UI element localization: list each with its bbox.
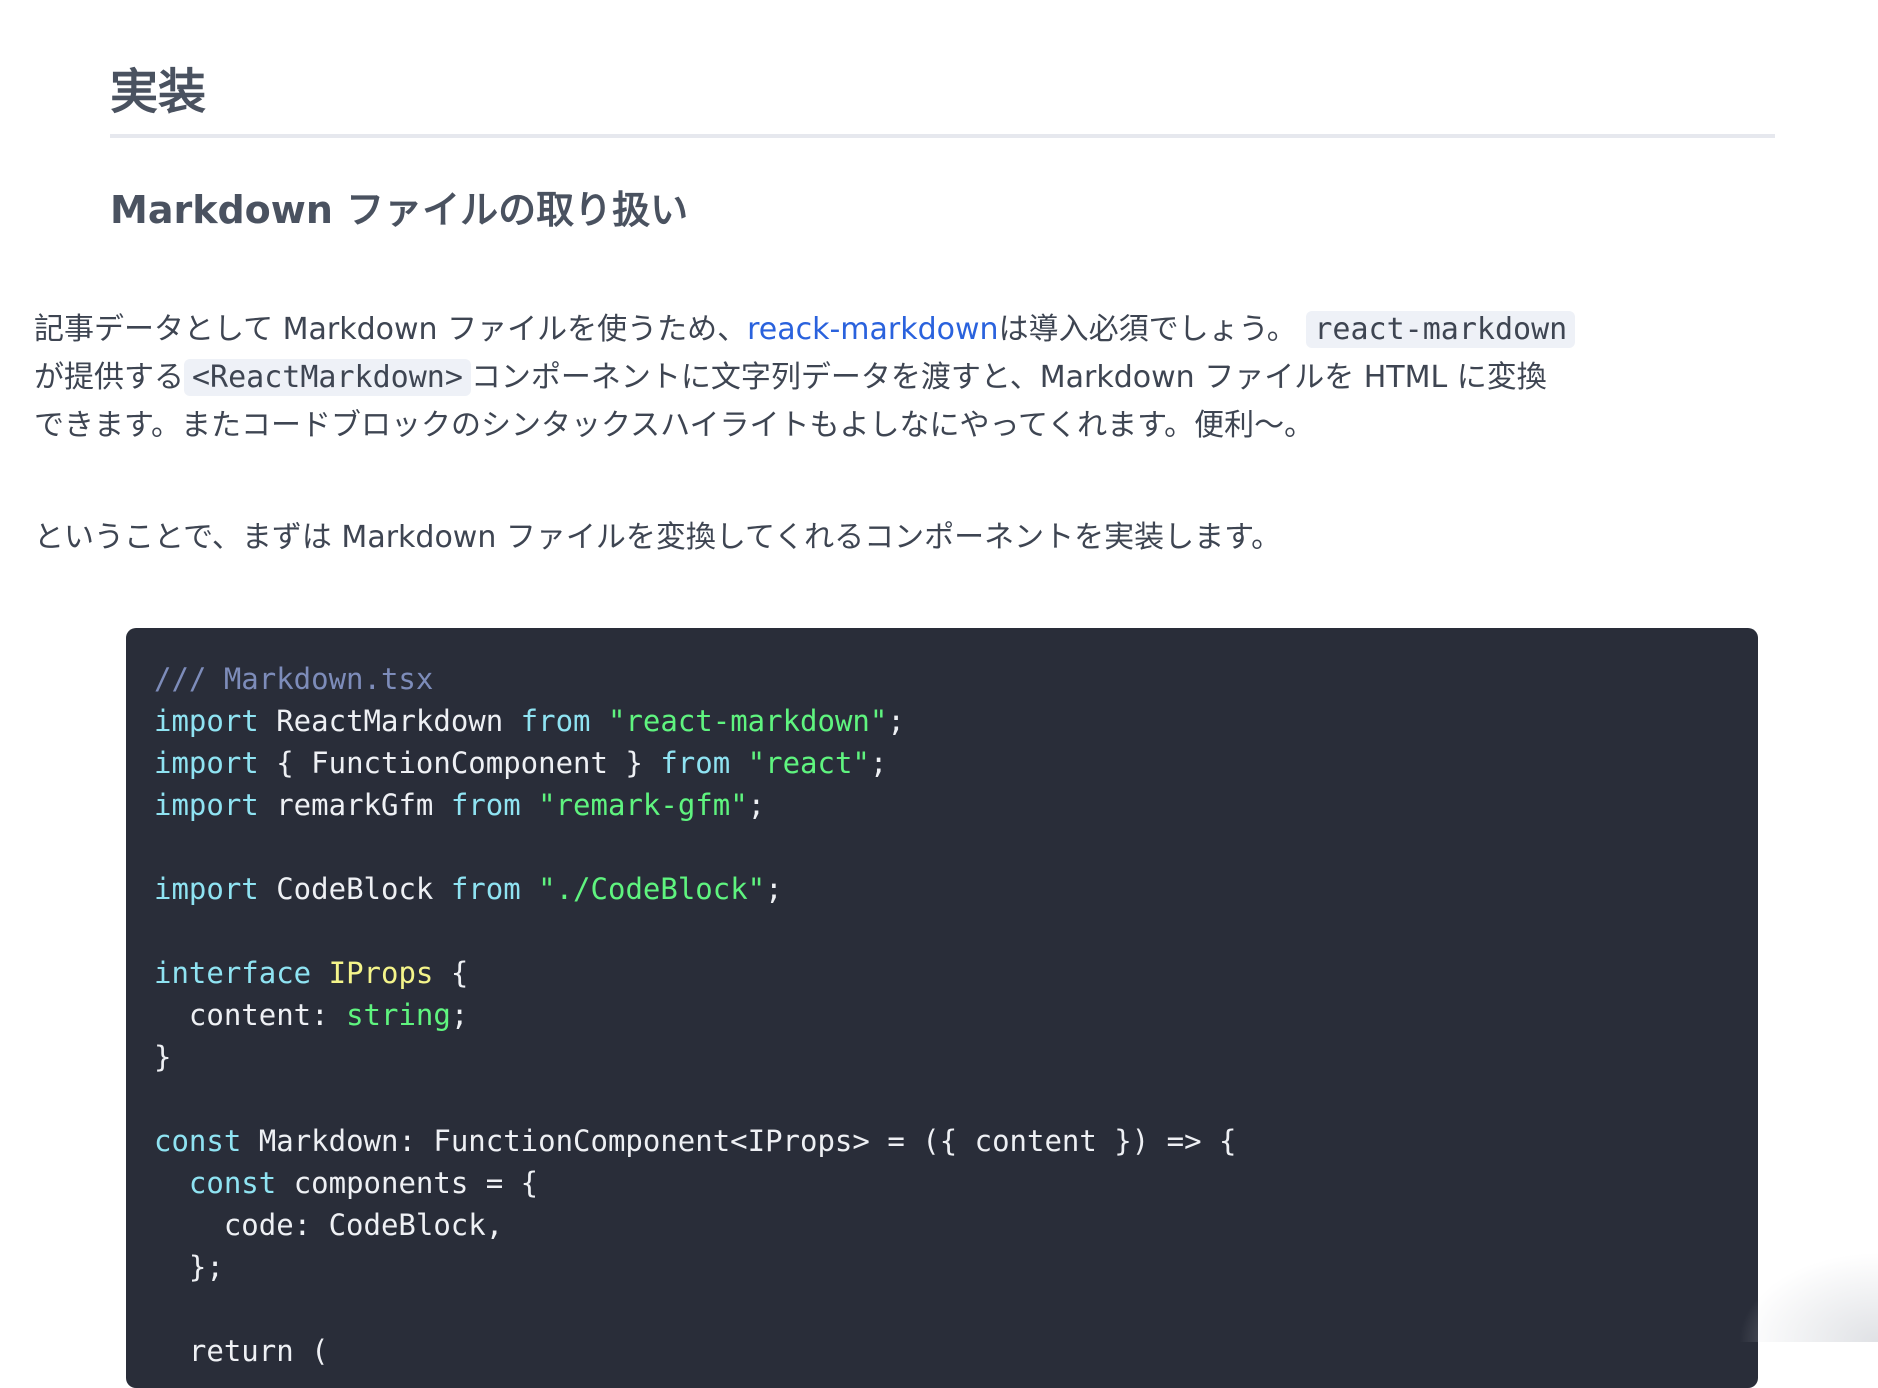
paragraph-text: が提供する [34,360,184,395]
code-token-builtin: string [346,998,451,1032]
code-token-str: "./CodeBlock" [538,872,766,906]
code-token-kw: from [660,746,731,780]
code-token-str: "react" [747,746,870,780]
code-token-kw: from [450,872,521,906]
code-token-kw: import [154,872,259,906]
code-token-kw: interface [154,956,312,990]
paragraph-line: 記事データとして Markdown ファイルを使うため、reack-markdo… [34,306,1754,354]
subsection-heading: Markdown ファイルの取り扱い [110,188,689,232]
code-line: return ( [154,1330,1237,1372]
page-corner-shadow [1738,1252,1878,1342]
code-token: components = { [276,1166,539,1200]
code-token-kw: from [520,704,591,738]
code-token: return ( [154,1334,329,1368]
paragraph-line: が提供する <ReactMarkdown> コンポーネントに文字列データを渡すと、M… [34,354,1754,402]
code-line-comment: /// Markdown.tsx [154,662,434,696]
code-token: ; [450,998,469,1032]
paragraph-line: できます。またコードブロックのシンタックスハイライトもよしなにやってくれます。便… [34,402,1754,450]
paragraph-text: コンポーネントに文字列データを渡すと、Markdown ファイルを HTML に… [470,360,1547,395]
paragraph-text: は導入必須でしょう。 [998,312,1297,347]
code-line: import remarkGfm from "remark-gfm"; [154,784,1237,826]
code-token: }; [154,1250,224,1284]
intro-paragraph: 記事データとして Markdown ファイルを使うため、reack-markdo… [34,306,1754,450]
code-line: import { FunctionComponent } from "react… [154,742,1237,784]
code-token-kw: import [154,788,259,822]
code-token: ; [887,704,905,738]
code-token: { FunctionComponent } [258,746,661,780]
paragraph-text: 記事データとして Markdown ファイルを使うため、 [34,312,748,347]
code-token-kw: import [154,746,259,780]
code-token: Markdown: FunctionComponent<IProps> = ({… [241,1124,1237,1158]
code-token: ; [869,746,888,780]
code-token: ReactMarkdown [258,704,521,738]
code-line: code: CodeBlock, [154,1204,1237,1246]
code-line: } [154,1036,1237,1078]
inline-code-reactmarkdown-component: <ReactMarkdown> [184,359,471,396]
code-token: content: [154,998,347,1032]
code-token: ; [747,788,766,822]
code-token-kw: const [154,1124,242,1158]
code-line: }; [154,1246,1237,1288]
reack-markdown-link[interactable]: reack-markdown [747,312,998,347]
code-token-str: "react-markdown" [607,704,888,738]
code-token: CodeBlock [258,872,451,906]
paragraph-text: できます。またコードブロックのシンタックスハイライトもよしなにやってくれます。便… [34,408,1315,443]
code-content: /// Markdown.tsx import ReactMarkdown fro… [154,658,1237,1372]
code-line: const components = { [154,1162,1237,1204]
code-token: ; [765,872,783,906]
code-token: code: CodeBlock, [154,1208,504,1242]
code-line: content: string; [154,994,1237,1036]
code-token-kw: from [450,788,521,822]
code-token-str: "remark-gfm" [538,788,748,822]
code-line: const Markdown: FunctionComponent<IProps… [154,1120,1237,1162]
inline-code-react-markdown: react-markdown [1306,311,1576,348]
code-token: remarkGfm [258,788,451,822]
code-line: import ReactMarkdown from "react-markdow… [154,700,1237,742]
code-token: { [433,956,469,990]
code-block[interactable]: /// Markdown.tsx import ReactMarkdown fro… [126,628,1758,1388]
article-section: 実装 Markdown ファイルの取り扱い [110,0,1775,232]
code-line: import CodeBlock from "./CodeBlock"; [154,868,1237,910]
code-token-kw: import [154,704,259,738]
code-token-kw: const [188,1166,277,1200]
code-token-type: IProps [328,956,434,990]
second-paragraph: ということで、まずは Markdown ファイルを変換してくれるコンポーネントを… [34,520,1282,555]
code-line: interface IProps { [154,952,1237,994]
section-heading: 実装 [110,0,1775,138]
code-token: } [154,1040,172,1074]
